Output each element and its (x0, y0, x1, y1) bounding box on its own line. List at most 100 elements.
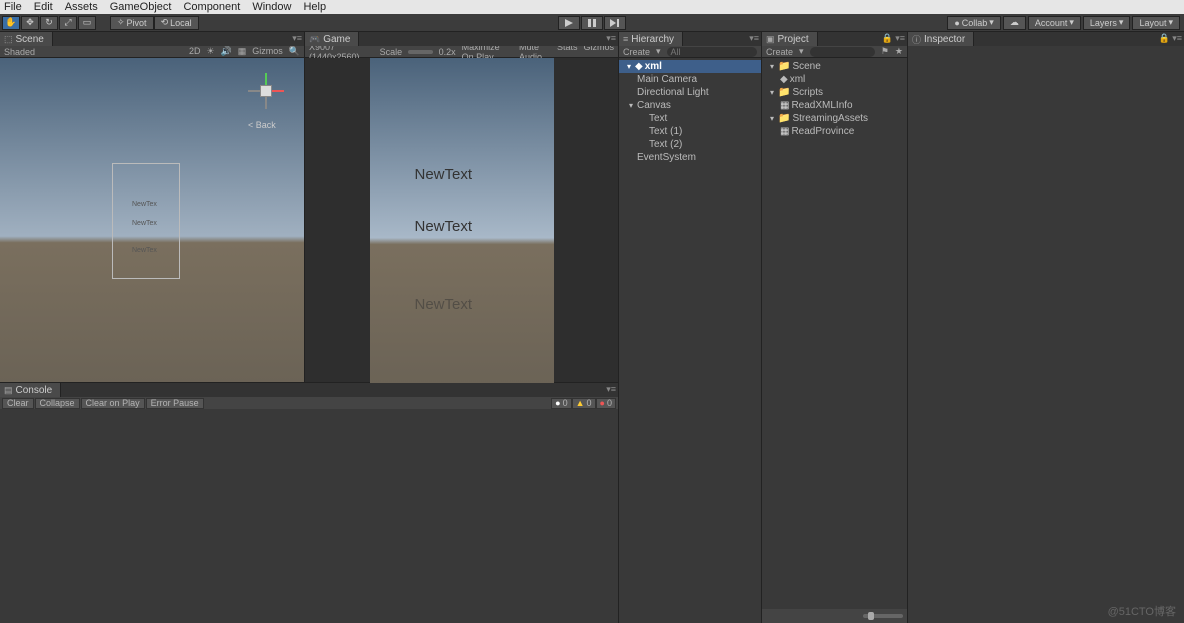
clear-button[interactable]: Clear (2, 398, 34, 409)
move-icon: ✥ (26, 17, 34, 28)
tab-console[interactable]: ▤Console (0, 383, 61, 397)
project-item[interactable]: ▦ReadXMLInfo (762, 99, 907, 112)
cloud-button[interactable]: ☁ (1003, 16, 1026, 30)
project-item[interactable]: ▾📁StreamingAssets (762, 112, 907, 125)
console-toolbar: Clear Collapse Clear on Play Error Pause… (0, 397, 618, 409)
hierarchy-item[interactable]: Main Camera (619, 73, 761, 86)
script-icon: ▦ (780, 100, 789, 111)
menu-assets[interactable]: Assets (65, 1, 98, 13)
panel-menu-icon[interactable]: ▾≡ (606, 384, 616, 395)
menu-gameobject[interactable]: GameObject (110, 1, 172, 13)
audio-toggle-icon[interactable]: 🔊 (221, 46, 232, 57)
info-count[interactable]: ●0 (551, 398, 571, 409)
tab-game[interactable]: 🎮Game (305, 32, 359, 46)
panel-menu-icon[interactable]: ▾≡ (1172, 33, 1182, 44)
game-screen[interactable]: NewText NewText NewText (370, 58, 554, 385)
tab-inspector[interactable]: ⓘInspector (908, 32, 974, 46)
hierarchy-item[interactable]: Text (619, 112, 761, 125)
scene-text-2[interactable]: NewTex (132, 247, 157, 254)
main-area: ⬚Scene ▾≡ Shaded 2D ☀ 🔊 ▦ Gizmos 🔍 (0, 32, 1184, 623)
menu-component[interactable]: Component (183, 1, 240, 13)
chevron-down-icon: ▾ (1069, 17, 1074, 28)
hierarchy-item[interactable]: ▾Canvas (619, 99, 761, 112)
step-button[interactable] (604, 16, 626, 30)
light-toggle-icon[interactable]: ☀ (206, 46, 214, 57)
console-icon: ▤ (4, 385, 13, 396)
project-item[interactable]: ◆xml (762, 73, 907, 86)
lock-icon[interactable]: 🔒 (882, 33, 893, 44)
scene-text-1[interactable]: NewTex (132, 220, 157, 227)
scale-slider[interactable] (408, 50, 433, 54)
clear-on-play-toggle[interactable]: Clear on Play (81, 398, 145, 409)
error-icon: ● (600, 398, 605, 408)
star-icon[interactable]: ★ (895, 46, 903, 57)
gizmos-dropdown[interactable]: Gizmos (252, 46, 283, 57)
warn-count[interactable]: ▲0 (572, 398, 596, 409)
hierarchy-item[interactable]: EventSystem (619, 151, 761, 164)
icon-size-slider[interactable] (863, 614, 903, 618)
create-dropdown[interactable]: Create (623, 47, 650, 57)
shading-dropdown[interactable]: Shaded (4, 47, 35, 57)
play-button[interactable] (558, 16, 580, 30)
panel-menu-icon[interactable]: ▾≡ (292, 33, 302, 44)
error-count[interactable]: ●0 (596, 398, 616, 409)
project-tree: ▾📁Scene ◆xml ▾📁Scripts ▦ReadXMLInfo ▾📁St… (762, 58, 907, 609)
tab-scene[interactable]: ⬚Scene (0, 32, 53, 46)
game-icon: 🎮 (309, 34, 320, 45)
create-dropdown[interactable]: Create (766, 47, 793, 57)
panel-menu-icon[interactable]: ▾≡ (895, 33, 905, 44)
toggle-2d[interactable]: 2D (189, 46, 201, 57)
orientation-gizmo[interactable] (248, 73, 284, 109)
pause-button[interactable] (581, 16, 603, 30)
panel-menu-icon[interactable]: ▾≡ (606, 33, 616, 44)
chevron-down-icon: ▾ (656, 46, 661, 57)
project-item[interactable]: ▾📁Scene (762, 60, 907, 73)
tab-hierarchy[interactable]: ≡Hierarchy (619, 32, 683, 46)
pivot-toggle[interactable]: ✧Pivot (110, 16, 154, 30)
play-icon (565, 19, 573, 27)
project-item[interactable]: ▾📁Scripts (762, 86, 907, 99)
scene-text-0[interactable]: NewTex (132, 201, 157, 208)
scene-root[interactable]: ▾◆xml (619, 60, 761, 73)
project-icon: ▣ (766, 34, 775, 45)
lock-icon[interactable]: 🔒 (1159, 33, 1170, 44)
scene-file-icon: ◆ (780, 74, 788, 85)
rotate-tool[interactable]: ↻ (40, 16, 58, 30)
hand-tool[interactable]: ✋ (2, 16, 20, 30)
tab-project[interactable]: ▣Project (762, 32, 818, 46)
scale-icon: ⤢ (64, 17, 71, 28)
scene-viewport[interactable]: < Back NewTex NewTex NewTex (0, 58, 304, 382)
chevron-down-icon: ▾ (989, 17, 994, 28)
menu-help[interactable]: Help (303, 1, 326, 13)
folder-icon: 📁 (778, 87, 790, 98)
info-icon: ● (555, 398, 560, 408)
hierarchy-item[interactable]: Directional Light (619, 86, 761, 99)
layout-dropdown[interactable]: Layout▾ (1132, 16, 1180, 30)
hierarchy-search[interactable]: All (667, 47, 757, 57)
filter-icon[interactable]: ⚑ (881, 46, 889, 57)
search-icon[interactable]: 🔍 (289, 46, 300, 57)
inspector-body (908, 46, 1184, 623)
hierarchy-item[interactable]: Text (2) (619, 138, 761, 151)
scale-tool[interactable]: ⤢ (59, 16, 77, 30)
menu-window[interactable]: Window (252, 1, 291, 13)
layers-dropdown[interactable]: Layers▾ (1083, 16, 1131, 30)
menu-edit[interactable]: Edit (34, 1, 53, 13)
rect-tool[interactable]: ▭ (78, 16, 96, 30)
fx-toggle-icon[interactable]: ▦ (238, 46, 247, 57)
persp-label[interactable]: < Back (248, 120, 276, 130)
error-pause-toggle[interactable]: Error Pause (146, 398, 204, 409)
panel-menu-icon[interactable]: ▾≡ (749, 33, 759, 44)
collab-dropdown[interactable]: ●Collab▾ (947, 16, 1000, 30)
project-item[interactable]: ▦ReadProvince (762, 125, 907, 138)
local-toggle[interactable]: ⟲Local (154, 16, 199, 30)
move-tool[interactable]: ✥ (21, 16, 39, 30)
game-view: NewText NewText NewText (305, 58, 618, 385)
scene-icon: ⬚ (4, 34, 13, 45)
account-dropdown[interactable]: Account▾ (1028, 16, 1081, 30)
collapse-toggle[interactable]: Collapse (35, 398, 80, 409)
project-search[interactable] (810, 47, 875, 57)
console-body[interactable] (0, 409, 618, 623)
hierarchy-item[interactable]: Text (1) (619, 125, 761, 138)
menu-file[interactable]: File (4, 1, 22, 13)
